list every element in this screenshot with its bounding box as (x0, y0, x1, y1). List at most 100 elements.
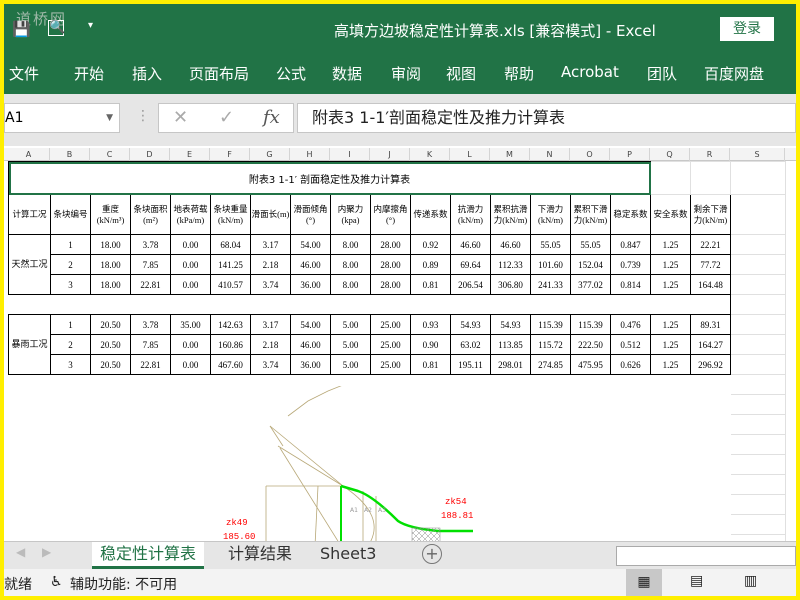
data-cell[interactable]: 8.00 (330, 234, 371, 255)
data-cell[interactable]: 0.00 (170, 234, 211, 255)
column-header[interactable]: M (490, 148, 530, 161)
data-cell[interactable]: 101.60 (530, 254, 571, 275)
data-cell[interactable]: 20.50 (90, 354, 131, 375)
data-cell[interactable]: 112.33 (490, 254, 531, 275)
data-cell[interactable]: 0.626 (610, 354, 651, 375)
chevron-down-icon[interactable]: ▼ (106, 104, 113, 132)
data-cell[interactable]: 46.60 (450, 234, 491, 255)
scroll-right-icon[interactable]: ▶ (42, 545, 51, 559)
save-icon[interactable]: 💾 (12, 20, 31, 38)
data-cell[interactable]: 28.00 (370, 254, 411, 275)
ribbon-tab[interactable]: 视图 (446, 63, 476, 84)
data-cell[interactable]: 55.05 (530, 234, 571, 255)
data-cell[interactable]: 377.02 (570, 274, 611, 295)
data-cell[interactable]: 3.78 (130, 314, 171, 335)
data-cell[interactable]: 3 (50, 354, 91, 375)
page-layout-view-icon[interactable]: ▤ (690, 573, 703, 589)
data-cell[interactable]: 69.64 (450, 254, 491, 275)
data-cell[interactable]: 1 (50, 234, 91, 255)
column-header[interactable]: G (250, 148, 290, 161)
column-header[interactable]: F (210, 148, 250, 161)
condition-cell[interactable]: 天然工况 (8, 234, 51, 295)
data-cell[interactable]: 18.00 (90, 274, 131, 295)
data-cell[interactable]: 1.25 (650, 314, 691, 335)
data-cell[interactable]: 54.93 (490, 314, 531, 335)
data-cell[interactable]: 164.27 (690, 334, 731, 355)
ribbon-tab[interactable]: 数据 (332, 63, 362, 84)
data-cell[interactable]: 0.00 (170, 274, 211, 295)
data-cell[interactable]: 2.18 (250, 334, 291, 355)
ribbon-tab[interactable]: 插入 (132, 63, 162, 84)
data-cell[interactable]: 0.512 (610, 334, 651, 355)
data-cell[interactable]: 206.54 (450, 274, 491, 295)
data-cell[interactable]: 77.72 (690, 254, 731, 275)
data-cell[interactable]: 46.00 (290, 254, 331, 275)
data-cell[interactable]: 3.17 (250, 234, 291, 255)
ribbon-tab[interactable]: 团队 (647, 63, 677, 84)
data-cell[interactable]: 22.81 (130, 274, 171, 295)
data-cell[interactable]: 0.00 (170, 354, 211, 375)
column-header[interactable]: E (170, 148, 210, 161)
insert-function-icon[interactable]: fx (263, 107, 280, 128)
data-cell[interactable]: 89.31 (690, 314, 731, 335)
data-cell[interactable]: 20.50 (90, 314, 131, 335)
ribbon-tab[interactable]: 开始 (74, 63, 104, 84)
column-header[interactable]: C (90, 148, 130, 161)
customize-quick-access-icon[interactable]: ▾ (88, 20, 93, 31)
column-header[interactable]: P (610, 148, 650, 161)
data-cell[interactable]: 1.25 (650, 234, 691, 255)
data-cell[interactable]: 5.00 (330, 354, 371, 375)
data-cell[interactable]: 475.95 (570, 354, 611, 375)
data-cell[interactable]: 2 (50, 334, 91, 355)
ribbon-tab[interactable]: 文件 (9, 63, 39, 84)
data-cell[interactable]: 0.00 (170, 334, 211, 355)
formula-input[interactable]: 附表3 1-1′剖面稳定性及推力计算表 (297, 103, 796, 133)
tab-stability-calc[interactable]: 稳定性计算表 (92, 542, 205, 569)
column-header[interactable]: N (530, 148, 570, 161)
data-cell[interactable]: 0.92 (410, 234, 451, 255)
column-header[interactable]: I (330, 148, 370, 161)
data-cell[interactable]: 3.78 (130, 234, 171, 255)
column-header[interactable]: R (690, 148, 730, 161)
data-cell[interactable]: 115.72 (530, 334, 571, 355)
page-break-view-icon[interactable]: ▥ (744, 573, 757, 589)
ribbon-tab[interactable]: 帮助 (504, 63, 534, 84)
data-cell[interactable]: 2 (50, 254, 91, 275)
data-cell[interactable]: 1.25 (650, 334, 691, 355)
data-cell[interactable]: 306.80 (490, 274, 531, 295)
column-header[interactable]: Q (650, 148, 690, 161)
data-cell[interactable]: 0.89 (410, 254, 451, 275)
data-cell[interactable]: 18.00 (90, 234, 131, 255)
data-cell[interactable]: 141.25 (210, 254, 251, 275)
data-cell[interactable]: 115.39 (530, 314, 571, 335)
data-cell[interactable]: 1.25 (650, 274, 691, 295)
data-cell[interactable]: 2.18 (250, 254, 291, 275)
data-cell[interactable]: 1 (50, 314, 91, 335)
ribbon-tab[interactable]: Acrobat (561, 63, 619, 81)
data-cell[interactable]: 8.00 (330, 254, 371, 275)
data-cell[interactable]: 160.86 (210, 334, 251, 355)
data-cell[interactable]: 7.85 (130, 334, 171, 355)
data-cell[interactable]: 20.50 (90, 334, 131, 355)
data-cell[interactable]: 5.00 (330, 314, 371, 335)
login-button[interactable]: 登录 (720, 17, 774, 41)
data-cell[interactable]: 222.50 (570, 334, 611, 355)
tab-calc-results[interactable]: 计算结果 (220, 542, 300, 569)
data-cell[interactable]: 7.85 (130, 254, 171, 275)
column-header[interactable]: O (570, 148, 610, 161)
data-cell[interactable]: 195.11 (450, 354, 491, 375)
data-cell[interactable]: 0.81 (410, 274, 451, 295)
data-cell[interactable]: 63.02 (450, 334, 491, 355)
data-cell[interactable]: 22.21 (690, 234, 731, 255)
column-header[interactable]: K (410, 148, 450, 161)
column-header[interactable]: S (730, 148, 785, 161)
cancel-icon[interactable]: ✕ (173, 107, 188, 128)
data-cell[interactable]: 8.00 (330, 274, 371, 295)
data-cell[interactable]: 152.04 (570, 254, 611, 275)
ribbon-tab[interactable]: 审阅 (391, 63, 421, 84)
data-cell[interactable]: 46.60 (490, 234, 531, 255)
data-cell[interactable]: 54.00 (290, 234, 331, 255)
data-cell[interactable]: 0.814 (610, 274, 651, 295)
data-cell[interactable]: 0.00 (170, 254, 211, 275)
data-cell[interactable]: 3.74 (250, 274, 291, 295)
